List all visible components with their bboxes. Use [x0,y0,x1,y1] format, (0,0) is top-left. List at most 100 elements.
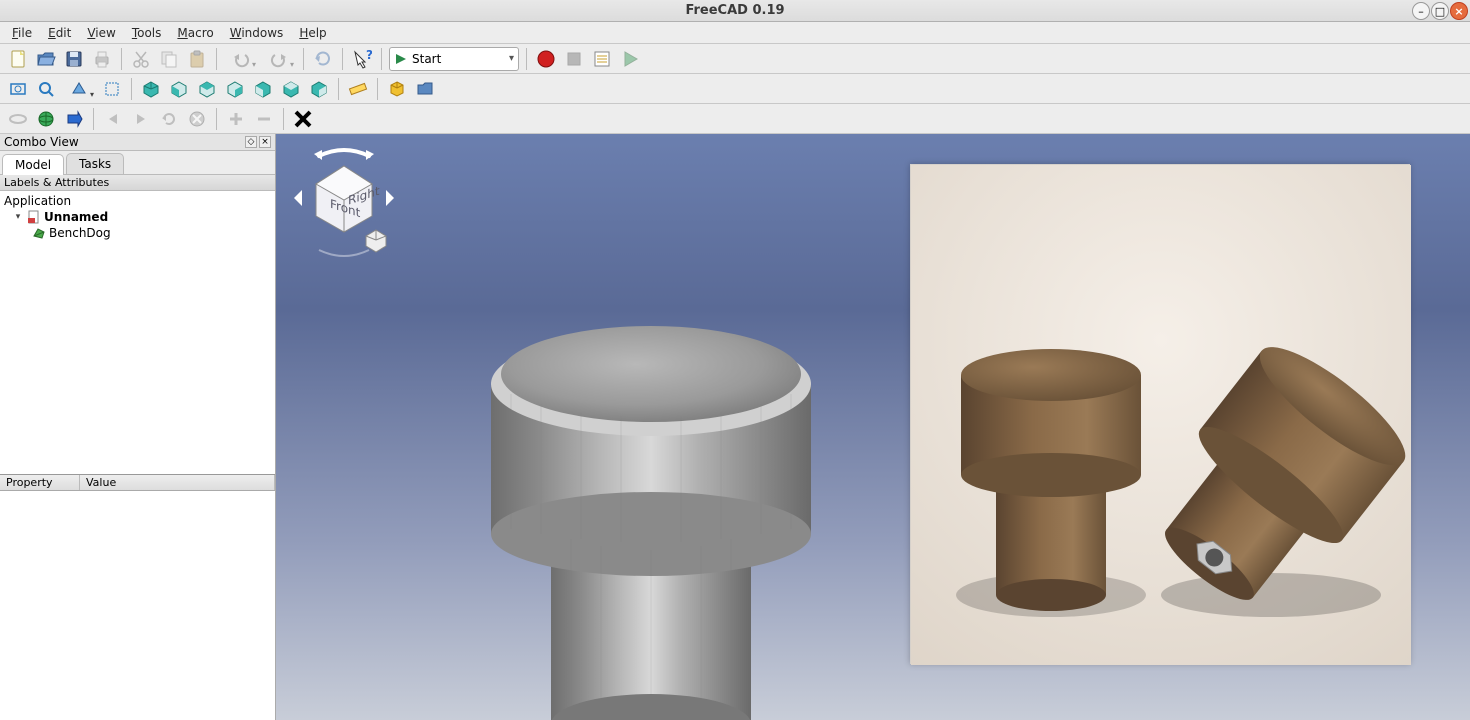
cut-icon [131,49,151,69]
draw-style-icon [69,79,89,99]
menu-macro[interactable]: Macro [169,24,221,42]
left-cube-icon [309,79,329,99]
tree-item-label: BenchDog [49,225,111,241]
stop-icon [564,49,584,69]
menu-windows[interactable]: Windows [222,24,292,42]
create-group-button[interactable] [413,77,437,101]
navigation-cube[interactable]: Front Right [284,138,404,258]
menubar: File Edit View Tools Macro Windows Help [0,22,1470,44]
plus-icon [226,109,246,129]
redo-icon [269,49,289,69]
macro-play-button[interactable] [618,47,642,71]
make-link-button[interactable] [6,107,30,131]
whats-this-button[interactable]: ? [350,47,374,71]
property-header-row: Property Value [0,475,275,491]
draw-style-button[interactable] [62,77,96,101]
fit-all-icon [8,79,28,99]
macro-record-button[interactable] [534,47,558,71]
menu-file[interactable]: File [4,24,40,42]
start-workbench-icon [394,52,408,66]
window-title: FreeCAD 0.19 [685,3,784,18]
undo-button[interactable] [224,47,258,71]
cut-button[interactable] [129,47,153,71]
link-add-button[interactable] [224,107,248,131]
redo-button[interactable] [262,47,296,71]
new-file-button[interactable] [6,47,30,71]
copy-button[interactable] [157,47,181,71]
open-folder-icon [36,49,56,69]
view-rear-button[interactable] [251,77,275,101]
paste-button[interactable] [185,47,209,71]
globe-icon [36,109,56,129]
menu-tools[interactable]: Tools [124,24,170,42]
front-cube-icon [169,79,189,99]
save-icon [64,49,84,69]
right-cube-icon [225,79,245,99]
bounding-box-button[interactable] [100,77,124,101]
save-button[interactable] [62,47,86,71]
menu-help[interactable]: Help [291,24,334,42]
combo-view-title: Combo View [4,135,79,149]
iso-cube-icon [141,79,161,99]
view-isometric-button[interactable] [139,77,163,101]
reference-image-panel [910,164,1410,664]
property-panel: Property Value [0,474,275,720]
link-back-button[interactable] [101,107,125,131]
create-part-button[interactable] [385,77,409,101]
part-icon [387,79,407,99]
tree-document[interactable]: ▾ Unnamed [4,209,271,225]
maximize-button[interactable]: □ [1431,2,1449,20]
panel-undock-button[interactable]: ◇ [245,136,257,148]
fit-all-button[interactable] [6,77,30,101]
tree-root-application[interactable]: Application [4,193,271,209]
menu-edit[interactable]: Edit [40,24,79,42]
tree-view[interactable]: Application ▾ Unnamed BenchDog [0,191,275,474]
fit-selection-icon [36,79,56,99]
print-button[interactable] [90,47,114,71]
toolbar-view [0,74,1470,104]
macro-stop-button[interactable] [562,47,586,71]
benchdog-3d-model [396,194,896,720]
tree-root-label: Application [4,193,71,209]
refresh-button[interactable] [311,47,335,71]
view-front-button[interactable] [167,77,191,101]
ruler-icon [348,79,368,99]
value-column-header[interactable]: Value [80,475,275,490]
workbench-selector[interactable]: Start ▾ [389,47,519,71]
close-button[interactable]: × [1450,2,1468,20]
property-list[interactable] [0,491,275,720]
minimize-button[interactable]: – [1412,2,1430,20]
link-forward-button[interactable] [129,107,153,131]
panel-close-button[interactable]: × [259,136,271,148]
link-stop-button[interactable] [185,107,209,131]
view-top-button[interactable] [195,77,219,101]
macro-edit-button[interactable] [590,47,614,71]
link-refresh-button[interactable] [157,107,181,131]
tab-tasks[interactable]: Tasks [66,153,124,174]
folder-icon [415,79,435,99]
view-right-button[interactable] [223,77,247,101]
tree-item-benchdog[interactable]: BenchDog [4,225,271,241]
open-file-button[interactable] [34,47,58,71]
tab-model[interactable]: Model [2,154,64,175]
tree-expand-icon[interactable]: ▾ [12,211,24,223]
property-column-header[interactable]: Property [0,475,80,490]
print-icon [92,49,112,69]
whats-this-icon: ? [352,49,372,69]
paste-icon [187,49,207,69]
link-nav-forward-button[interactable] [62,107,86,131]
refresh-icon [313,49,333,69]
link-refresh-icon [159,109,179,129]
rear-cube-icon [253,79,273,99]
fit-selection-button[interactable] [34,77,58,101]
make-sub-link-button[interactable] [34,107,58,131]
dropdown-arrow-icon: ▾ [509,53,514,64]
measure-button[interactable] [346,77,370,101]
view-left-button[interactable] [307,77,331,101]
link-remove-button[interactable] [252,107,276,131]
view-bottom-button[interactable] [279,77,303,101]
bottom-cube-icon [281,79,301,99]
3d-viewport[interactable]: Front Right [276,134,1470,720]
menu-view[interactable]: View [79,24,123,42]
link-actions-button[interactable] [291,107,315,131]
